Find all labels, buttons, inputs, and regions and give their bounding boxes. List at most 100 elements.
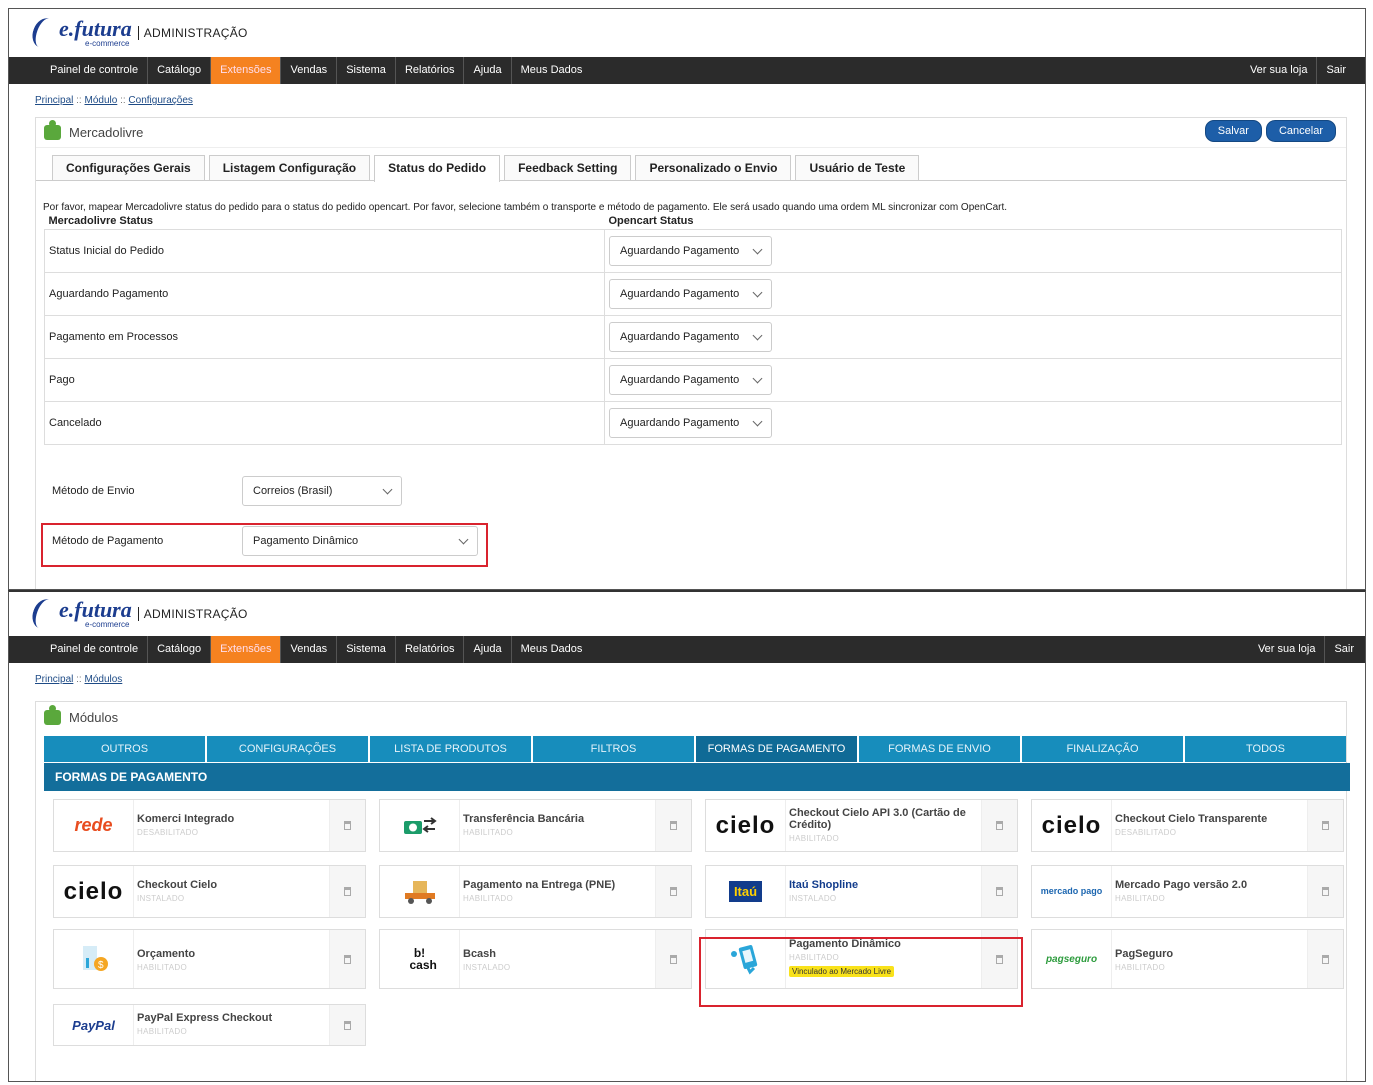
module-card[interactable]: pagseguro PagSeguro HABILITADO [1031, 929, 1344, 989]
uninstall-button[interactable] [329, 930, 365, 988]
modules-screen: e.futura e-commerce ADMINISTRAÇÃO Painel… [8, 590, 1366, 1082]
save-button[interactable]: Salvar [1204, 120, 1262, 142]
status-select[interactable]: Aguardando Pagamento [609, 408, 772, 438]
cancel-button[interactable]: Cancelar [1265, 120, 1336, 142]
module-name: Transferência Bancária [463, 813, 585, 825]
nav-relatorios[interactable]: Relatórios [396, 57, 465, 84]
nav-sistema[interactable]: Sistema [337, 57, 396, 84]
nav-meus-dados[interactable]: Meus Dados [512, 636, 592, 663]
trash-icon [670, 821, 677, 830]
chevron-down-icon [752, 244, 763, 254]
status-select[interactable]: Aguardando Pagamento [609, 236, 772, 266]
uninstall-button[interactable] [329, 866, 365, 917]
tab-personalizado-envio[interactable]: Personalizado o Envio [635, 155, 792, 180]
tab-outros[interactable]: OUTROS [44, 736, 205, 762]
module-card[interactable]: cielo Checkout Cielo API 3.0 (Cartão de … [705, 799, 1018, 852]
module-card[interactable]: $ Orçamento HABILITADO [53, 929, 366, 989]
uninstall-button[interactable] [655, 930, 691, 988]
row-label: Cancelado [44, 401, 605, 445]
shipping-label: Método de Envio [52, 485, 135, 497]
module-card[interactable]: mercado pago Mercado Pago versão 2.0 HABI… [1031, 865, 1344, 918]
module-name: Bcash [463, 948, 497, 960]
admin-label: ADMINISTRAÇÃO [137, 607, 248, 621]
tab-formas-envio[interactable]: FORMAS DE ENVIO [859, 736, 1020, 762]
bcash-logo: b! cash [409, 946, 437, 972]
module-status: DESABILITADO [137, 828, 199, 837]
uninstall-button[interactable] [981, 866, 1017, 917]
uninstall-button[interactable] [655, 800, 691, 851]
status-select[interactable]: Aguardando Pagamento [609, 365, 772, 395]
module-card[interactable]: PayPal PayPal Express Checkout HABILITADO [53, 1004, 366, 1046]
uninstall-button[interactable] [655, 866, 691, 917]
uninstall-button[interactable] [1307, 930, 1343, 988]
breadcrumb-modulo[interactable]: Módulo [84, 95, 117, 106]
nav-extensoes[interactable]: Extensões [211, 57, 282, 84]
module-card[interactable]: Pagamento na Entrega (PNE) HABILITADO [379, 865, 692, 918]
logo[interactable]: e.futura e-commerce [59, 18, 132, 48]
nav-sair[interactable]: Sair [1317, 57, 1355, 84]
trash-icon [1322, 887, 1329, 896]
logo[interactable]: e.futura e-commerce [59, 599, 132, 629]
module-card[interactable]: rede Komerci Integrado DESABILITADO [53, 799, 366, 852]
breadcrumb-configuracoes[interactable]: Configurações [128, 95, 192, 106]
row-label: Pagamento em Processos [44, 315, 605, 359]
nav-vendas[interactable]: Vendas [281, 636, 338, 663]
module-card[interactable]: cielo Checkout Cielo INSTALADO [53, 865, 366, 918]
table-row: Cancelado Aguardando Pagamento [44, 401, 1342, 445]
tab-listagem[interactable]: Listagem Configuração [208, 155, 371, 180]
nav-catalogo[interactable]: Catálogo [148, 636, 212, 663]
shipping-select[interactable]: Correios (Brasil) [242, 476, 402, 506]
uninstall-button[interactable] [1307, 800, 1343, 851]
tab-configuracoes-gerais[interactable]: Configurações Gerais [52, 155, 205, 180]
breadcrumb-modulos[interactable]: Módulos [84, 674, 122, 685]
status-section: Por favor, mapear Mercadolivre status do… [35, 202, 1351, 559]
itau-logo: Itaú [728, 881, 763, 902]
nav-relatorios[interactable]: Relatórios [396, 636, 465, 663]
mercado-pago-logo: mercado pago [1040, 886, 1103, 896]
nav-vendas[interactable]: Vendas [281, 57, 338, 84]
status-select[interactable]: Aguardando Pagamento [609, 279, 772, 309]
nav-ver-loja[interactable]: Ver sua loja [1241, 57, 1318, 84]
tab-feedback[interactable]: Feedback Setting [504, 155, 632, 180]
tab-usuario-teste[interactable]: Usuário de Teste [795, 155, 920, 180]
uninstall-button[interactable] [329, 1005, 365, 1045]
row-label: Aguardando Pagamento [44, 272, 605, 316]
trash-icon [996, 821, 1003, 830]
module-card[interactable]: b! cash Bcash INSTALADO [379, 929, 692, 989]
uninstall-button[interactable] [981, 800, 1017, 851]
nav-ajuda[interactable]: Ajuda [464, 636, 512, 663]
module-card[interactable]: cielo Checkout Cielo Transparente DESABIL… [1031, 799, 1344, 852]
logo-icon [28, 596, 60, 632]
breadcrumb-principal[interactable]: Principal [35, 95, 73, 106]
uninstall-button[interactable] [1307, 866, 1343, 917]
chevron-down-icon [752, 373, 763, 383]
nav-extensoes[interactable]: Extensões [211, 636, 282, 663]
main-nav: Painel de controle Catálogo Extensões Ve… [9, 636, 1365, 663]
tab-configuracoes[interactable]: CONFIGURAÇÕES [207, 736, 368, 762]
tab-finalizacao[interactable]: FINALIZAÇÃO [1022, 736, 1183, 762]
breadcrumb-principal[interactable]: Principal [35, 674, 73, 685]
truck-icon [404, 880, 435, 904]
module-card[interactable]: Transferência Bancária HABILITADO [379, 799, 692, 852]
nav-painel[interactable]: Painel de controle [41, 636, 149, 663]
nav-catalogo[interactable]: Catálogo [148, 57, 212, 84]
nav-painel[interactable]: Painel de controle [41, 57, 149, 84]
uninstall-button[interactable] [329, 800, 365, 851]
nav-meus-dados[interactable]: Meus Dados [512, 57, 592, 84]
nav-sistema[interactable]: Sistema [337, 636, 396, 663]
trash-icon [344, 1020, 351, 1030]
nav-ajuda[interactable]: Ajuda [464, 57, 512, 84]
nav-sair[interactable]: Sair [1325, 636, 1363, 663]
tab-todos[interactable]: TODOS [1185, 736, 1346, 762]
puzzle-icon [44, 120, 61, 140]
nav-ver-loja[interactable]: Ver sua loja [1249, 636, 1326, 663]
tab-formas-pagamento[interactable]: FORMAS DE PAGAMENTO [696, 736, 857, 762]
pagseguro-logo: pagseguro [1045, 953, 1098, 965]
status-select[interactable]: Aguardando Pagamento [609, 322, 772, 352]
modules-grid: rede Komerci Integrado DESABILITADO Trans… [44, 791, 1346, 1081]
module-card[interactable]: Itaú Itaú Shopline INSTALADO [705, 865, 1018, 918]
tab-filtros[interactable]: FILTROS [533, 736, 694, 762]
logo-icon [28, 15, 60, 51]
tab-lista-produtos[interactable]: LISTA DE PRODUTOS [370, 736, 531, 762]
tab-status-pedido[interactable]: Status do Pedido [374, 155, 501, 182]
